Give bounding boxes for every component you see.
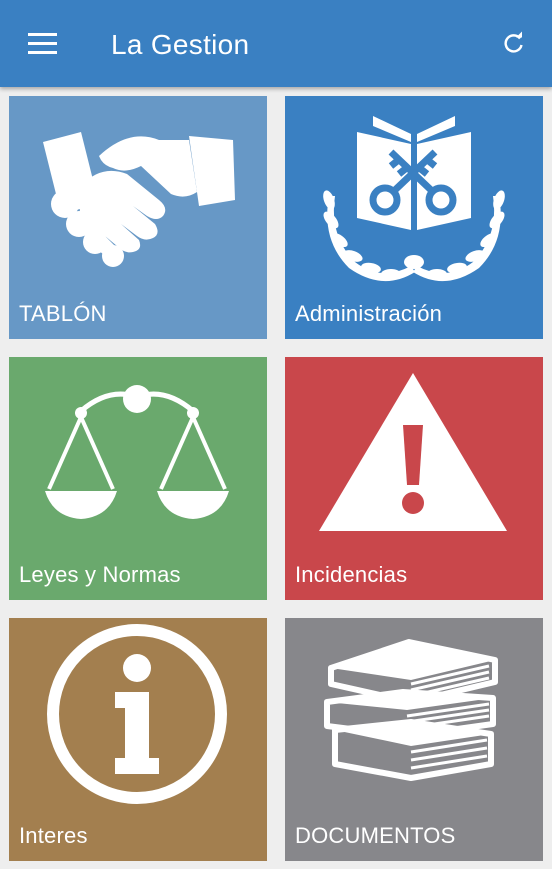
tile-label: Incidencias	[295, 562, 408, 587]
tile-interes[interactable]: Interes	[9, 618, 267, 861]
app-bar: La Gestion	[0, 0, 552, 87]
refresh-button[interactable]	[496, 26, 532, 62]
tile-label: Administración	[295, 301, 443, 326]
hamburger-menu-icon	[28, 33, 57, 36]
tile-incidencias[interactable]: Incidencias	[285, 357, 543, 600]
tile-tablon[interactable]: TABLÓN	[9, 96, 267, 339]
app-title: La Gestion	[111, 29, 250, 60]
refresh-icon	[504, 31, 523, 53]
menu-button[interactable]	[18, 24, 66, 64]
tile-administracion[interactable]: Administración	[285, 96, 543, 339]
tile-label: Leyes y Normas	[19, 562, 181, 587]
tile-documentos[interactable]: DOCUMENTOS	[285, 618, 543, 861]
tile-label: Interes	[19, 823, 88, 848]
tile-label: DOCUMENTOS	[295, 823, 456, 848]
tile-label: TABLÓN	[19, 301, 107, 326]
tile-leyes-y-normas[interactable]: Leyes y Normas	[9, 357, 267, 600]
